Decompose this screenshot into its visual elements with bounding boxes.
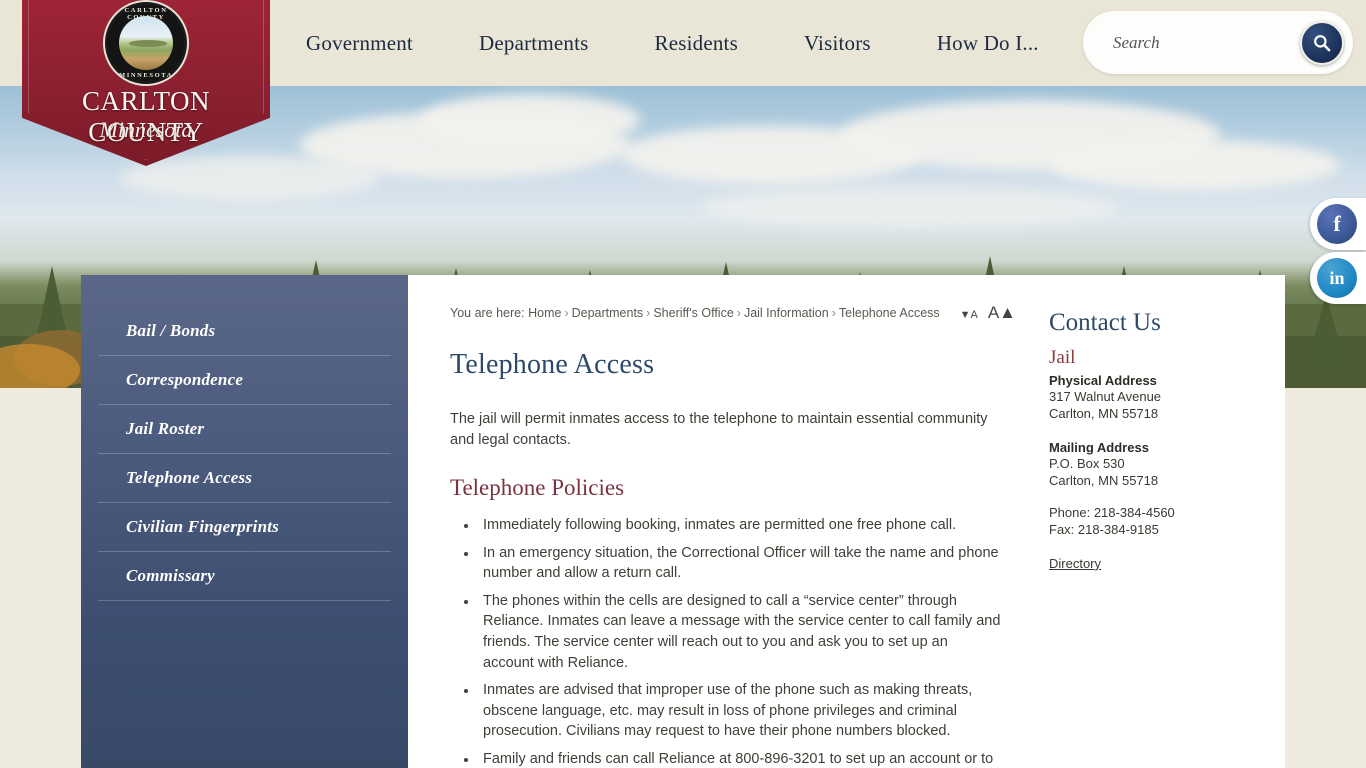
sidebar-item-label: Correspondence [126,370,244,389]
sidebar-menu: Bail / Bonds Correspondence Jail Roster … [81,275,408,601]
contact-fax: Fax: 218-384-9185 [1049,521,1159,537]
search-box [1083,11,1353,74]
intro-paragraph: The jail will permit inmates access to t… [450,411,988,449]
contact-column: Contact Us Jail Physical Address 317 Wal… [1049,275,1259,573]
font-size-controls: ▼A A▲ [960,303,1020,323]
list-item: Family and friends can call Reliance at … [478,749,1002,768]
sidebar-item-telephone-access[interactable]: Telephone Access [98,454,391,503]
sidebar-item-commissary[interactable]: Commissary [98,552,391,601]
sidebar-item-jail-roster[interactable]: Jail Roster [98,405,391,454]
breadcrumb-link-jail-information[interactable]: Jail Information [744,306,829,320]
nav-item-government[interactable]: Government [290,31,446,56]
sidebar-item-label: Civilian Fingerprints [126,517,279,536]
sidebar-item-correspondence[interactable]: Correspondence [98,356,391,405]
breadcrumb-separator: › [831,306,836,320]
list-item: Immediately following booking, inmates a… [478,515,1002,536]
nav-item-how-do-i[interactable]: How Do I... [904,31,1072,56]
physical-address-label: Physical Address [1049,373,1157,388]
breadcrumb-link-sheriffs-office[interactable]: Sheriff's Office [653,306,733,320]
breadcrumb-separator: › [564,306,569,320]
mailing-address-label: Mailing Address [1049,440,1149,456]
sidebar-item-label: Jail Roster [126,419,205,438]
decrease-font-size-button[interactable]: ▼A [960,309,978,321]
seal-top-text: CARLTON COUNTY [124,7,168,21]
page-root: Government Departments Residents Visitor… [0,0,1366,768]
contact-phone: Phone: 218-384-4560 [1049,504,1175,520]
physical-address-line2: Carlton, MN 55718 [1049,406,1159,422]
directory-link[interactable]: Directory [1049,556,1101,571]
list-item-text-before: Family and friends can call Reliance at … [483,750,994,767]
sidebar-item-bail-bonds[interactable]: Bail / Bonds [98,307,391,356]
list-item: The phones within the cells are designed… [478,591,1002,673]
list-item: In an emergency situation, the Correctio… [478,543,1002,584]
breadcrumb-link-departments[interactable]: Departments [572,306,644,320]
list-item: Inmates are advised that improper use of… [478,680,1002,742]
nav-item-residents[interactable]: Residents [621,31,770,56]
breadcrumb: You are here: Home › Departments › Sheriff's… [450,306,940,320]
linkedin-icon: in [1317,258,1357,298]
mailing-address-line1: P.O. Box 530 [1049,456,1125,472]
increase-font-size-button[interactable]: A▲ [988,303,1016,323]
breadcrumb-current: Telephone Access [838,306,940,320]
site-logo[interactable]: CARLTON COUNTY MINNESOTA CARLTON COUNTY … [22,0,270,166]
main-navigation: Government Departments Residents Visitor… [290,0,1072,86]
mailing-address-line2: Carlton, MN 55718 [1049,473,1159,489]
linkedin-glyph: in [1329,268,1345,288]
facebook-glyph: f [1333,211,1341,236]
main-column: You are here: Home › Departments › Sheriff's… [450,275,1020,768]
linkedin-link[interactable]: in [1310,252,1366,304]
search-icon [1314,35,1331,52]
sidebar-item-label: Telephone Access [126,468,253,487]
logo-subtitle: Minnesota [99,117,193,142]
breadcrumb-link-home[interactable]: Home [528,306,561,320]
contact-us-heading: Contact Us [1049,309,1161,336]
content-panel: You are here: Home › Departments › Sheriff's… [408,275,1285,768]
physical-address-line1: 317 Walnut Avenue [1049,389,1162,404]
search-input[interactable] [1111,22,1301,63]
search-button[interactable] [1300,21,1344,65]
facebook-link[interactable]: f [1310,198,1366,250]
sidebar-item-label: Bail / Bonds [126,321,216,340]
sidebar-item-civilian-fingerprints[interactable]: Civilian Fingerprints [98,503,391,552]
seal-bottom-text: MINNESOTA [118,72,173,79]
section-sidebar: Bail / Bonds Correspondence Jail Roster … [81,275,408,768]
breadcrumb-row: You are here: Home › Departments › Sheriff's… [450,275,1020,323]
social-links: f in [1310,198,1366,304]
sidebar-item-label: Commissary [126,566,215,585]
breadcrumb-separator: › [646,306,651,320]
page-title: Telephone Access [450,349,655,380]
nav-item-departments[interactable]: Departments [446,31,622,56]
contact-department: Jail [1049,347,1076,368]
policies-list: Immediately following booking, inmates a… [450,515,1002,768]
breadcrumb-separator: › [736,306,741,320]
breadcrumb-prefix: You are here: [450,306,525,320]
section-heading-telephone-policies: Telephone Policies [450,475,625,501]
county-seal-icon: CARLTON COUNTY MINNESOTA [103,0,189,86]
nav-item-visitors[interactable]: Visitors [771,31,904,56]
facebook-icon: f [1317,204,1357,244]
